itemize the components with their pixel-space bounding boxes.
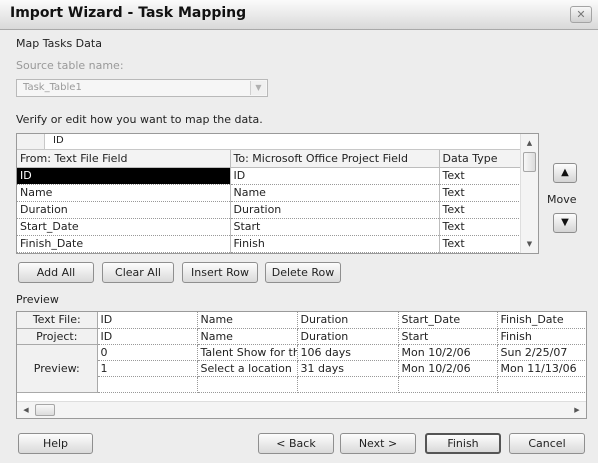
mapping-vertical-scrollbar[interactable]: ▲ ▼ bbox=[520, 134, 538, 253]
verify-instructions: Verify or edit how you want to map the d… bbox=[16, 113, 263, 126]
preview-cell: Finish bbox=[497, 328, 586, 345]
mapping-row[interactable]: Name Name Text bbox=[17, 184, 522, 202]
cancel-button[interactable]: Cancel bbox=[509, 433, 585, 454]
source-table-value: Task_Table1 bbox=[23, 82, 82, 93]
mapping-row[interactable]: ID ID Text bbox=[17, 167, 522, 185]
scroll-down-arrow-icon[interactable]: ▼ bbox=[521, 237, 538, 251]
to-field-cell[interactable]: Duration bbox=[230, 201, 440, 219]
preview-cell: Talent Show for th bbox=[197, 344, 298, 361]
preview-cell: Duration bbox=[297, 328, 399, 345]
preview-table: Text File: ID Name Duration Start_Date F… bbox=[17, 312, 586, 393]
mapping-grid: ID From: Text File Field To: Microsoft O… bbox=[16, 133, 539, 254]
to-field-cell[interactable]: Start bbox=[230, 218, 440, 236]
help-button[interactable]: Help bbox=[18, 433, 93, 454]
from-field-cell[interactable]: ID bbox=[17, 167, 231, 185]
column-header-from: From: Text File Field bbox=[17, 150, 231, 168]
scroll-right-arrow-icon[interactable]: ▶ bbox=[570, 404, 584, 416]
scroll-up-arrow-icon[interactable]: ▲ bbox=[521, 136, 538, 150]
cell-edit-row: ID bbox=[17, 134, 521, 150]
close-icon: ✕ bbox=[576, 8, 586, 21]
preview-cell: Mon 11/13/06 bbox=[497, 360, 586, 377]
row-header-text-file: Text File: bbox=[17, 312, 98, 329]
column-header-to: To: Microsoft Office Project Field bbox=[230, 150, 440, 168]
preview-empty-row bbox=[17, 376, 586, 393]
from-field-cell[interactable]: Start_Date bbox=[17, 218, 231, 236]
close-button[interactable]: ✕ bbox=[570, 6, 592, 23]
preview-heading: Preview bbox=[16, 293, 59, 306]
data-type-cell[interactable]: Text bbox=[439, 218, 522, 236]
column-header-data-type: Data Type bbox=[439, 150, 522, 168]
preview-cell: Duration bbox=[297, 312, 399, 329]
preview-cell: 106 days bbox=[297, 344, 399, 361]
mapping-header-row: From: Text File Field To: Microsoft Offi… bbox=[17, 150, 522, 168]
source-table-combo: Task_Table1 ▼ bbox=[16, 79, 268, 97]
window-title: Import Wizard - Task Mapping bbox=[10, 5, 247, 21]
move-down-icon: ▼ bbox=[561, 217, 569, 228]
preview-cell bbox=[398, 376, 498, 393]
preview-cell: Finish_Date bbox=[497, 312, 586, 329]
move-up-button[interactable]: ▲ bbox=[553, 163, 577, 183]
preview-cell bbox=[297, 376, 399, 393]
next-button[interactable]: Next > bbox=[340, 433, 416, 454]
preview-cell: 1 bbox=[97, 360, 198, 377]
to-field-cell[interactable]: ID bbox=[230, 167, 440, 185]
preview-cell: Mon 10/2/06 bbox=[398, 344, 498, 361]
preview-cell: Start bbox=[398, 328, 498, 345]
move-up-icon: ▲ bbox=[561, 167, 569, 178]
preview-cell: Start_Date bbox=[398, 312, 498, 329]
row-header-preview: Preview: bbox=[17, 344, 98, 393]
row-header-project: Project: bbox=[17, 328, 98, 345]
edit-row-corner bbox=[17, 134, 45, 149]
preview-cell: Name bbox=[197, 312, 298, 329]
preview-cell: 0 bbox=[97, 344, 198, 361]
preview-cell bbox=[197, 376, 298, 393]
scroll-thumb[interactable] bbox=[35, 404, 55, 416]
data-type-cell[interactable]: Text bbox=[439, 201, 522, 219]
preview-cell: Sun 2/25/07 bbox=[497, 344, 586, 361]
map-tasks-heading: Map Tasks Data bbox=[16, 37, 102, 50]
mapping-table: From: Text File Field To: Microsoft Offi… bbox=[17, 150, 522, 253]
data-type-cell[interactable]: Text bbox=[439, 235, 522, 253]
move-down-button[interactable]: ▼ bbox=[553, 213, 577, 233]
source-table-label: Source table name: bbox=[16, 59, 124, 72]
from-field-cell[interactable]: Name bbox=[17, 184, 231, 202]
mapping-row[interactable]: Duration Duration Text bbox=[17, 201, 522, 219]
preview-cell bbox=[97, 376, 198, 393]
cell-edit-value[interactable]: ID bbox=[53, 135, 64, 146]
to-field-cell[interactable]: Name bbox=[230, 184, 440, 202]
move-label: Move bbox=[547, 193, 577, 206]
data-type-cell[interactable]: Text bbox=[439, 184, 522, 202]
scroll-left-arrow-icon[interactable]: ◀ bbox=[19, 404, 33, 416]
preview-cell: Select a location bbox=[197, 360, 298, 377]
preview-cell: ID bbox=[97, 312, 198, 329]
mapping-row[interactable]: Start_Date Start Text bbox=[17, 218, 522, 236]
mapping-row[interactable]: Finish_Date Finish Text bbox=[17, 235, 522, 253]
back-button[interactable]: < Back bbox=[258, 433, 334, 454]
data-type-cell[interactable]: Text bbox=[439, 167, 522, 185]
to-field-cell[interactable]: Finish bbox=[230, 235, 440, 253]
title-bar: Import Wizard - Task Mapping ✕ bbox=[0, 0, 598, 30]
from-field-cell[interactable]: Duration bbox=[17, 201, 231, 219]
preview-cell: Name bbox=[197, 328, 298, 345]
scroll-thumb[interactable] bbox=[523, 152, 536, 172]
from-field-cell[interactable]: Finish_Date bbox=[17, 235, 231, 253]
preview-grid: Text File: ID Name Duration Start_Date F… bbox=[16, 311, 587, 419]
insert-row-button[interactable]: Insert Row bbox=[182, 262, 258, 283]
preview-text-file-row: Text File: ID Name Duration Start_Date F… bbox=[17, 312, 586, 329]
preview-horizontal-scrollbar[interactable]: ◀ ▶ bbox=[17, 401, 586, 418]
chevron-down-icon: ▼ bbox=[250, 81, 266, 95]
preview-cell bbox=[497, 376, 586, 393]
preview-data-row: Preview: 0 Talent Show for th 106 days M… bbox=[17, 344, 586, 393]
preview-project-row: Project: ID Name Duration Start Finish bbox=[17, 328, 586, 345]
preview-data-row: 1 Select a location 31 days Mon 10/2/06 … bbox=[17, 360, 586, 377]
clear-all-button[interactable]: Clear All bbox=[102, 262, 174, 283]
delete-row-button[interactable]: Delete Row bbox=[265, 262, 341, 283]
finish-button[interactable]: Finish bbox=[425, 433, 501, 454]
preview-cell: ID bbox=[97, 328, 198, 345]
preview-cell: 31 days bbox=[297, 360, 399, 377]
preview-cell: Mon 10/2/06 bbox=[398, 360, 498, 377]
add-all-button[interactable]: Add All bbox=[18, 262, 94, 283]
